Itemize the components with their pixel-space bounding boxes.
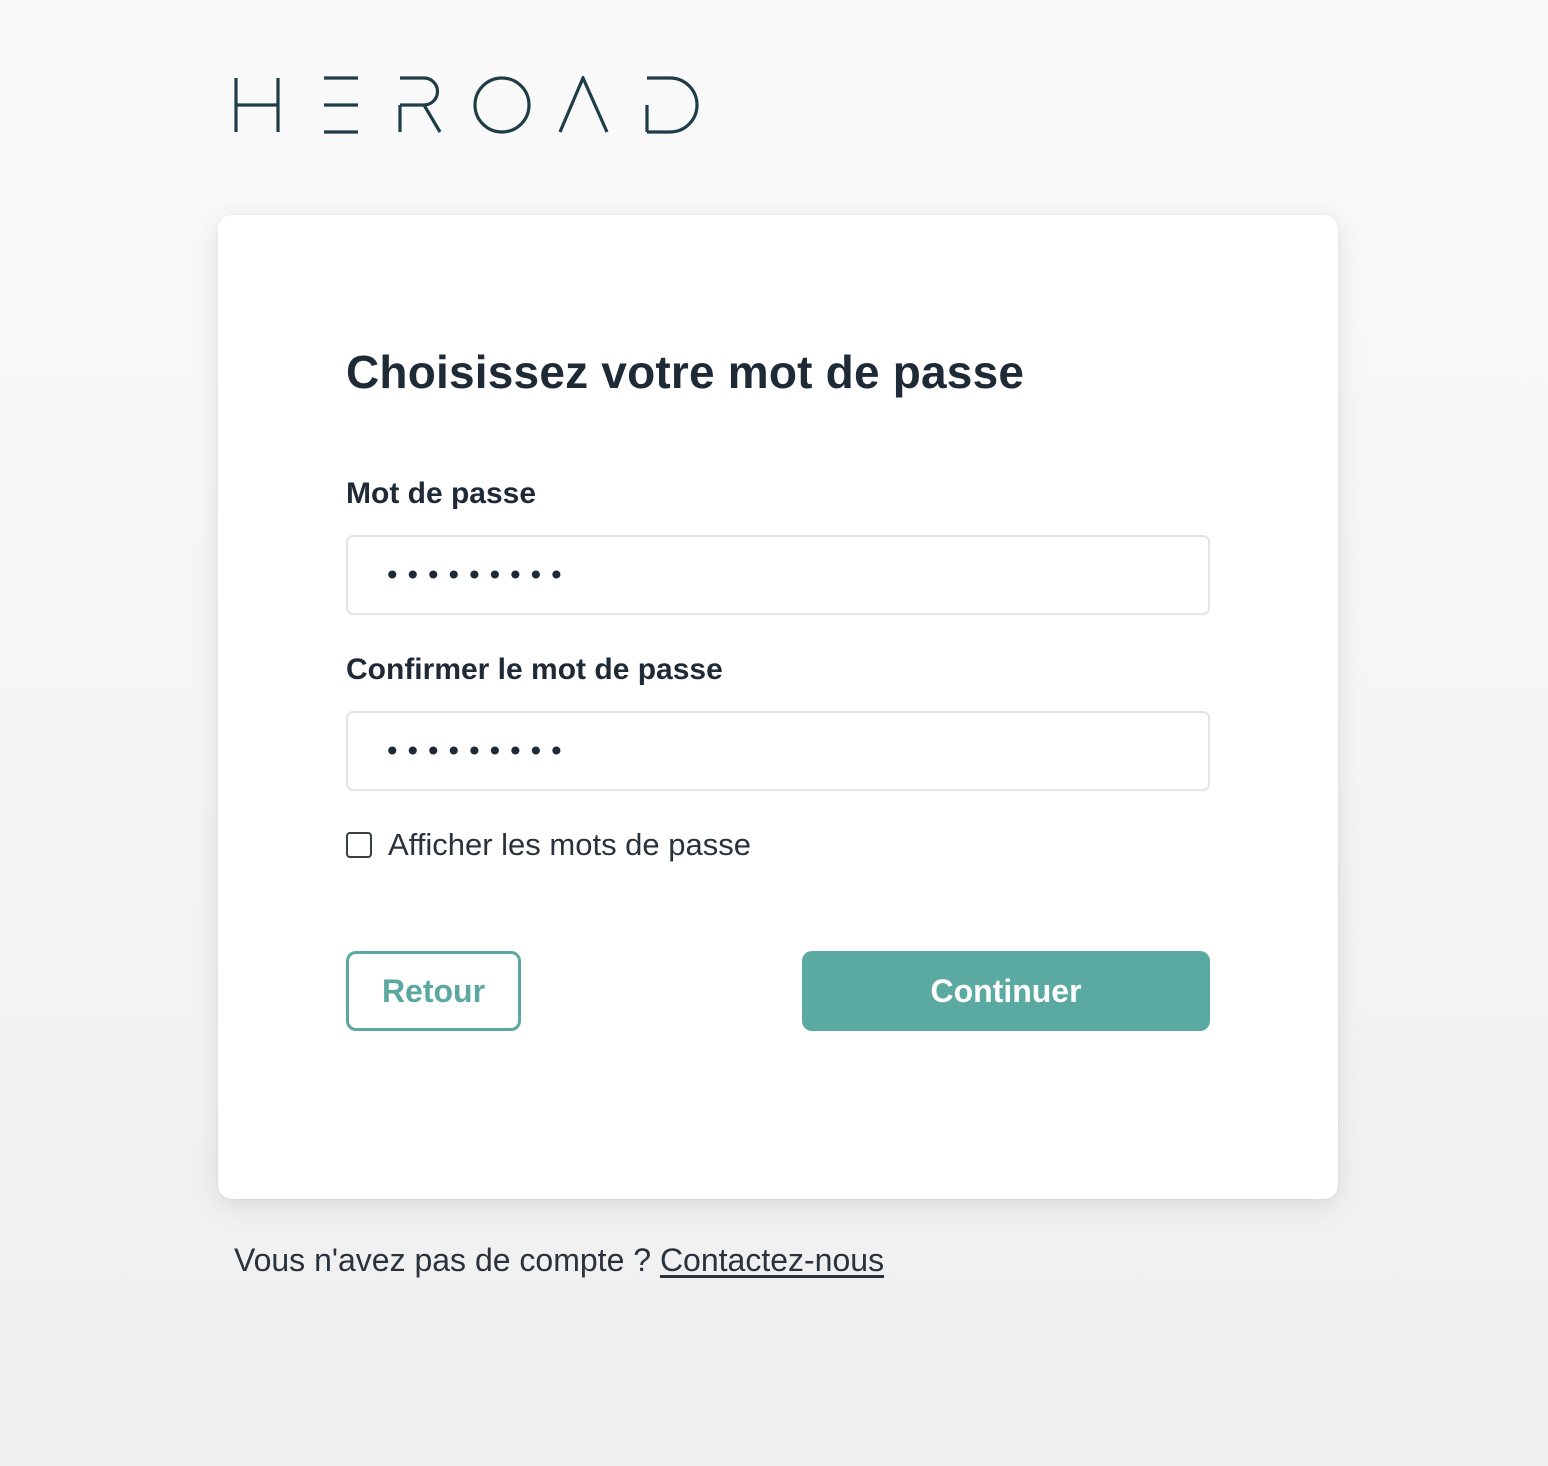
back-button[interactable]: Retour [346, 951, 521, 1031]
show-passwords-label[interactable]: Afficher les mots de passe [388, 827, 751, 863]
password-label: Mot de passe [346, 477, 537, 510]
heroad-logo [234, 76, 700, 134]
continue-button[interactable]: Continuer [802, 951, 1210, 1031]
no-account-text: Vous n'avez pas de compte ? [234, 1242, 660, 1278]
show-passwords-row[interactable]: Afficher les mots de passe [346, 827, 751, 863]
page-title: Choisissez votre mot de passe [346, 346, 1025, 398]
contact-us-link[interactable]: Contactez-nous [660, 1242, 884, 1278]
password-card: Choisissez votre mot de passe Mot de pas… [218, 215, 1338, 1199]
show-passwords-checkbox[interactable] [346, 832, 372, 858]
confirm-password-input[interactable] [384, 734, 1208, 768]
password-input[interactable] [384, 558, 1208, 592]
confirm-password-label: Confirmer le mot de passe [346, 653, 723, 686]
confirm-password-field-container [346, 711, 1210, 791]
footer-prompt: Vous n'avez pas de compte ? Contactez-no… [234, 1242, 884, 1279]
password-field-container [346, 535, 1210, 615]
